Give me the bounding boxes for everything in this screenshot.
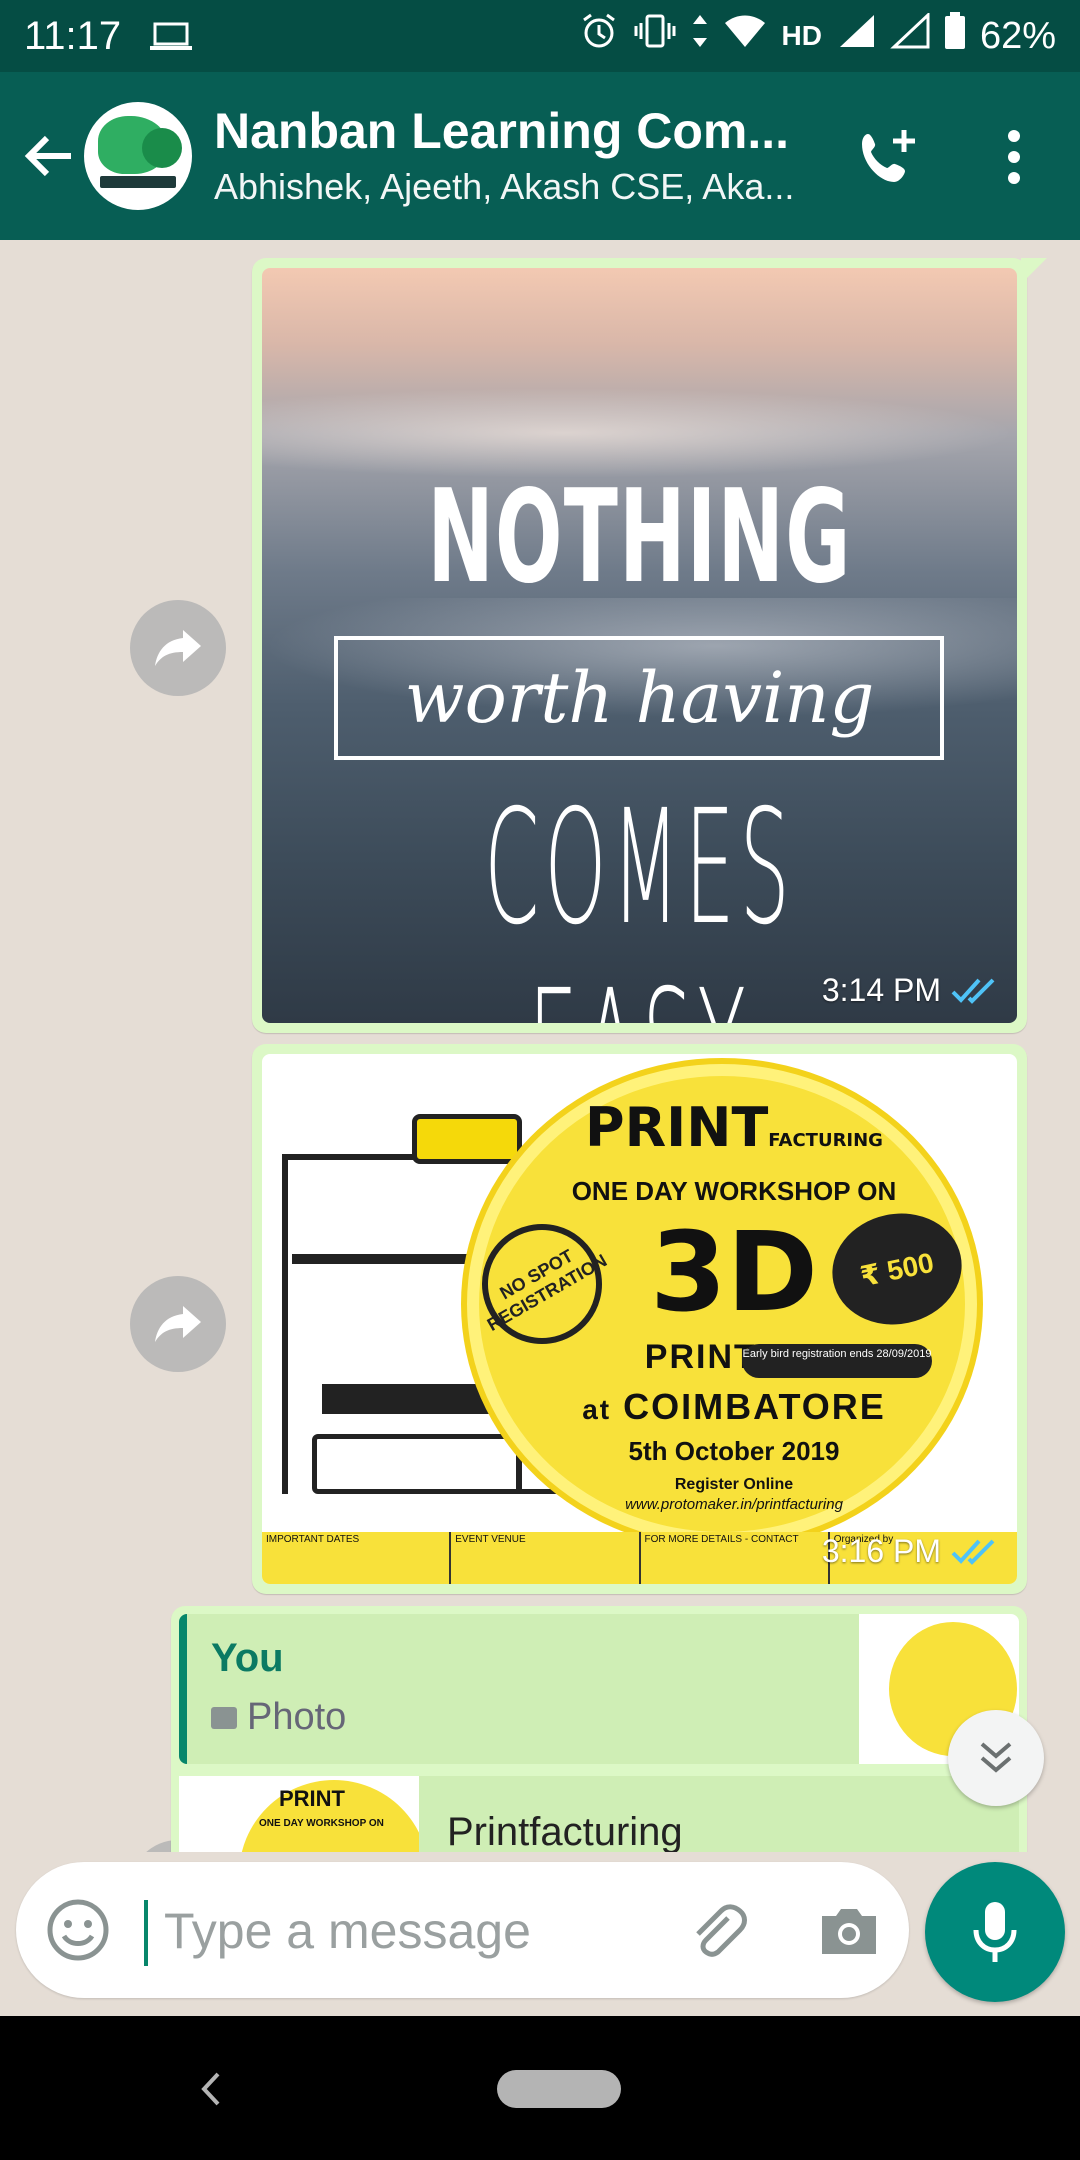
forward-icon	[155, 630, 201, 666]
poster-brand: PRINTFACTURING	[585, 1096, 883, 1159]
more-vert-icon	[1008, 130, 1020, 184]
poster-register: Register Online	[674, 1476, 794, 1493]
text-caret	[144, 1900, 148, 1966]
poster-date: 5th October 2019	[628, 1436, 840, 1466]
signal-2-icon	[890, 11, 930, 59]
link-thumbnail: PRINT ONE DAY WORKSHOP ON	[179, 1776, 419, 1852]
poster-text: at COIMBATORE	[582, 1386, 886, 1427]
message-meta: 3:16 PM	[822, 1533, 997, 1570]
quoted-type: Photo	[247, 1696, 347, 1738]
forward-button[interactable]	[130, 600, 226, 696]
attach-button[interactable]	[684, 1898, 750, 1964]
message-input-container[interactable]: Type a message	[16, 1862, 909, 1998]
photo-icon	[211, 1706, 237, 1729]
message-image[interactable]: PRINTFACTURING ONE DAY WORKSHOP ON 3D PR…	[262, 1054, 1017, 1584]
scroll-down-button[interactable]	[948, 1710, 1044, 1806]
chevron-left-icon	[201, 2072, 220, 2106]
link-preview[interactable]: PRINT ONE DAY WORKSHOP ON Printfacturing	[179, 1776, 1019, 1852]
chat-area[interactable]: NOTHING worth having COMES EASY 3:14 PM …	[0, 240, 1080, 1852]
message-time: 3:14 PM	[821, 972, 941, 1008]
signal-icon	[836, 13, 876, 59]
image-text-line: COMES EASY	[484, 776, 795, 1023]
group-members: Abhishek, Ajeeth, Akash CSE, Aka...	[214, 166, 795, 207]
message-time: 3:16 PM	[821, 1533, 941, 1569]
message-meta: 3:14 PM	[822, 972, 997, 1009]
group-avatar[interactable]	[84, 102, 192, 210]
emoji-button[interactable]	[46, 1898, 110, 1962]
image-text-line: NOTHING	[427, 463, 852, 612]
nav-back-button[interactable]	[190, 2064, 230, 2114]
camera-button[interactable]	[816, 1898, 882, 1964]
paperclip-icon	[696, 1904, 747, 1957]
group-info[interactable]: Nanban Learning Com... Abhishek, Ajeeth,…	[214, 101, 854, 211]
double-chevron-down-icon	[980, 1742, 1012, 1773]
nav-home-button[interactable]	[497, 2070, 621, 2108]
battery-percent: 62%	[979, 14, 1056, 57]
forward-button[interactable]	[130, 1276, 226, 1372]
quoted-sender: You	[211, 1636, 284, 1680]
network-type: HD	[781, 20, 822, 51]
poster-url: www.protomaker.in/printfacturing	[625, 1496, 843, 1513]
back-button[interactable]	[14, 121, 84, 191]
group-title: Nanban Learning Com...	[214, 103, 790, 159]
camera-icon	[822, 1909, 876, 1954]
early-bird-note: Early bird registration ends 28/09/2019	[742, 1344, 932, 1378]
laptop-icon	[149, 21, 193, 51]
arrow-left-icon	[24, 135, 71, 177]
battery-icon	[944, 12, 966, 60]
poster-text: ONE DAY WORKSHOP ON	[571, 1176, 897, 1206]
message-bubble[interactable]: You Photo PRINT ONE DAY WORKSHOP ON Prin…	[171, 1606, 1027, 1852]
voice-record-button[interactable]	[925, 1862, 1065, 2002]
system-nav-bar	[0, 2016, 1080, 2160]
double-check-icon	[951, 978, 995, 1004]
message-image[interactable]: NOTHING worth having COMES EASY 3:14 PM	[262, 268, 1017, 1023]
alarm-icon	[579, 11, 619, 61]
message-bubble[interactable]: NOTHING worth having COMES EASY 3:14 PM	[252, 258, 1047, 1033]
quoted-message[interactable]: You Photo	[179, 1614, 1019, 1764]
forward-icon	[155, 1306, 201, 1342]
status-bar: 11:17 HD 62%	[0, 0, 1080, 72]
data-arrows-icon	[691, 13, 709, 59]
chat-header: Nanban Learning Com... Abhishek, Ajeeth,…	[0, 72, 1080, 240]
message-bubble[interactable]: PRINTFACTURING ONE DAY WORKSHOP ON 3D PR…	[252, 1044, 1027, 1594]
mic-icon	[973, 1902, 1017, 1962]
more-options-button[interactable]	[994, 122, 1034, 192]
double-check-icon	[951, 1539, 995, 1565]
link-title: Printfacturing	[447, 1810, 683, 1852]
composer: Type a message	[0, 1852, 1080, 2016]
wifi-icon	[723, 13, 767, 59]
status-time: 11:17	[24, 13, 122, 58]
phone-add-icon	[862, 130, 915, 182]
message-input[interactable]: Type a message	[164, 1902, 531, 1960]
emoji-icon	[47, 1899, 109, 1961]
image-text-line: worth having	[404, 657, 875, 739]
vibrate-icon	[633, 13, 677, 59]
add-call-button[interactable]	[852, 124, 922, 194]
